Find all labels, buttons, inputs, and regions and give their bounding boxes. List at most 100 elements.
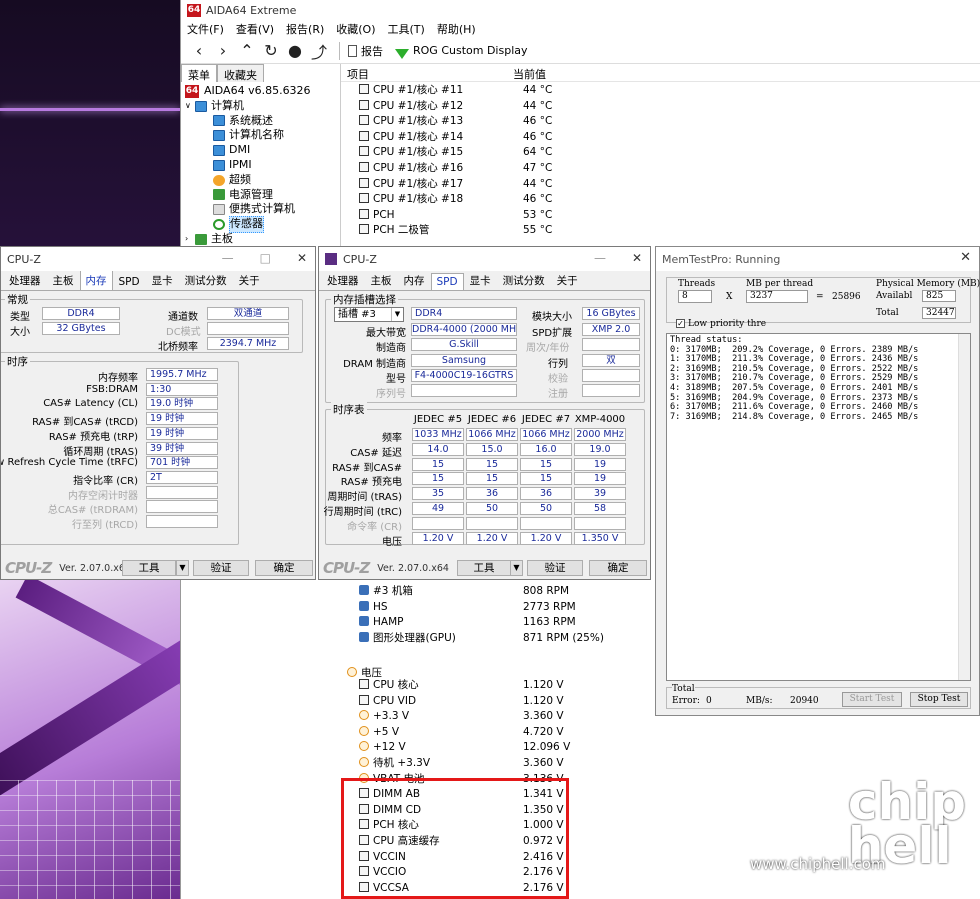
list-item[interactable]: CPU #1/核心 #13 46 °C <box>359 114 959 130</box>
tab-about[interactable]: 关于 <box>551 270 584 290</box>
tab-spd[interactable]: SPD <box>430 273 464 290</box>
report-button[interactable]: 报告 <box>348 43 383 59</box>
tree-portable[interactable]: 便携式计算机 <box>185 202 340 217</box>
list-item[interactable]: PCH 53 °C <box>359 208 959 224</box>
stop-test-button[interactable]: Stop Test <box>910 692 968 707</box>
tree-power[interactable]: 电源管理 <box>185 188 340 203</box>
cpuz-logo: CPU-Z <box>5 559 52 577</box>
tab-memory[interactable]: 内存 <box>398 270 431 290</box>
maximize-icon[interactable]: □ <box>260 251 271 265</box>
memtest-title: MemTestPro: Running <box>662 252 781 266</box>
collapse-icon[interactable]: ∨ <box>185 99 195 114</box>
close-icon[interactable]: ✕ <box>632 251 642 265</box>
refresh-icon[interactable]: ↻ <box>259 41 283 60</box>
tools-button[interactable]: 工具 <box>122 560 176 576</box>
tab-spd[interactable]: SPD <box>113 273 146 290</box>
item-name: +5 V <box>373 725 399 738</box>
channel-value: 双通道 <box>207 307 289 320</box>
spd-timing-label: RAS# 到CAS# <box>332 462 402 474</box>
menu-help[interactable]: 帮助(H) <box>437 21 476 37</box>
validate-button[interactable]: 验证 <box>193 560 249 576</box>
tools-dropdown-icon[interactable]: ▼ <box>510 560 523 576</box>
threads-input[interactable]: 8 <box>678 290 712 303</box>
forward-icon[interactable]: › <box>211 41 235 60</box>
tree-sensor[interactable]: 传感器 <box>185 216 340 233</box>
spd-timing-value: 1.350 V <box>574 531 626 545</box>
spd-timing-value: 15 <box>412 472 464 486</box>
item-value: 44 °C <box>523 84 553 96</box>
tree-dmi[interactable]: DMI <box>185 143 340 158</box>
menu-favorites[interactable]: 收藏(O) <box>336 21 375 37</box>
scrollbar[interactable] <box>958 334 970 680</box>
list-item[interactable]: CPU #1/核心 #12 44 °C <box>359 99 959 115</box>
tab-cpu[interactable]: 处理器 <box>3 270 47 290</box>
tab-graphics[interactable]: 显卡 <box>464 270 497 290</box>
part-value: F4-4000C19-16GTRS <box>411 369 517 382</box>
tree-computer-name[interactable]: 计算机名称 <box>185 128 340 143</box>
ok-button[interactable]: 确定 <box>255 560 313 576</box>
list-item[interactable]: CPU #1/核心 #11 44 °C <box>359 83 959 99</box>
menu-view[interactable]: 查看(V) <box>236 21 274 37</box>
start-test-button[interactable]: Start Test <box>842 692 902 707</box>
item-name: HAMP <box>373 616 404 629</box>
cpuz-titlebar: CPU-Z — □ ✕ <box>1 247 315 271</box>
list-item[interactable]: CPU #1/核心 #16 47 °C <box>359 161 959 177</box>
menu-file[interactable]: 文件(F) <box>187 21 224 37</box>
close-icon[interactable]: ✕ <box>297 251 307 265</box>
tools-dropdown-icon[interactable]: ▼ <box>176 560 189 576</box>
chip-icon <box>359 224 369 235</box>
tree-root[interactable]: 64 AIDA64 v6.85.6326 <box>185 84 340 99</box>
timing-group: 时序 内存频率 1995.7 MHz FSB:DRAM 1:30 CAS# Latenc… <box>1 354 239 545</box>
tree-motherboard[interactable]: › 主板 <box>185 232 340 247</box>
tab-menu[interactable]: 菜单 <box>181 64 217 82</box>
list-item[interactable]: CPU #1/核心 #18 46 °C <box>359 192 959 208</box>
back-icon[interactable]: ‹ <box>187 41 211 60</box>
list-item[interactable]: +12 V 12.096 V <box>359 740 959 756</box>
rog-display-button[interactable]: ROG Custom Display <box>395 44 528 59</box>
tree-computer[interactable]: ∨ 计算机 <box>185 99 340 114</box>
cpuz-logo: CPU-Z <box>323 559 370 577</box>
expand-icon[interactable]: › <box>185 232 195 247</box>
chart-icon[interactable]: ⤴ <box>307 39 331 63</box>
report-label: 报告 <box>361 44 383 58</box>
menu-report[interactable]: 报告(R) <box>286 21 324 37</box>
tree-summary[interactable]: 系统概述 <box>185 114 340 129</box>
validate-button[interactable]: 验证 <box>527 560 583 576</box>
tree-ipmi[interactable]: IPMI <box>185 158 340 173</box>
thread-status-text: Thread status: 0: 3170MB; 209.2% Coverag… <box>670 335 919 422</box>
menu-tools[interactable]: 工具(T) <box>388 21 425 37</box>
tab-about[interactable]: 关于 <box>233 270 266 290</box>
list-item[interactable]: CPU #1/核心 #15 64 °C <box>359 145 959 161</box>
minimize-icon[interactable]: — <box>594 251 606 265</box>
close-icon[interactable]: ✕ <box>960 250 971 265</box>
spd-timing-label: 命令率 (CR) <box>347 521 402 533</box>
list-item[interactable]: PCH 二极管 55 °C <box>359 223 959 239</box>
tree-overclock[interactable]: 超频 <box>185 173 340 188</box>
tab-mainboard[interactable]: 主板 <box>365 270 398 290</box>
list-item[interactable]: 待机 +3.3V 3.360 V <box>359 756 959 772</box>
ok-button[interactable]: 确定 <box>589 560 647 576</box>
tab-mainboard[interactable]: 主板 <box>47 270 80 290</box>
tab-cpu[interactable]: 处理器 <box>321 270 365 290</box>
user-icon[interactable]: ● <box>283 41 307 60</box>
low-priority-checkbox[interactable]: ✓ Low priority thre <box>676 319 766 329</box>
chip-icon <box>359 162 369 172</box>
mb-per-thread-input[interactable]: 3237 <box>746 290 808 303</box>
tab-memory[interactable]: 内存 <box>79 270 113 290</box>
up-icon[interactable]: ⌃ <box>235 41 259 60</box>
tab-bench[interactable]: 测试分数 <box>179 270 233 290</box>
list-item[interactable]: CPU #1/核心 #14 46 °C <box>359 130 959 146</box>
tab-favorites[interactable]: 收藏夹 <box>217 64 264 82</box>
list-item[interactable]: CPU #1/核心 #17 44 °C <box>359 177 959 193</box>
header-item[interactable]: 项目 <box>341 64 507 81</box>
header-value[interactable]: 当前值 <box>507 64 552 81</box>
spd-timing-value: 50 <box>520 502 572 515</box>
spd-timing-label: 时序表 <box>331 402 367 417</box>
tab-graphics[interactable]: 显卡 <box>146 270 179 290</box>
tools-button[interactable]: 工具 <box>457 560 511 576</box>
chip-icon <box>359 84 369 94</box>
list-item[interactable]: +5 V 4.720 V <box>359 725 959 741</box>
slot-select[interactable]: 插槽 #3 ▼ <box>334 307 404 322</box>
tab-bench[interactable]: 测试分数 <box>497 270 551 290</box>
minimize-icon[interactable]: — <box>222 251 234 265</box>
